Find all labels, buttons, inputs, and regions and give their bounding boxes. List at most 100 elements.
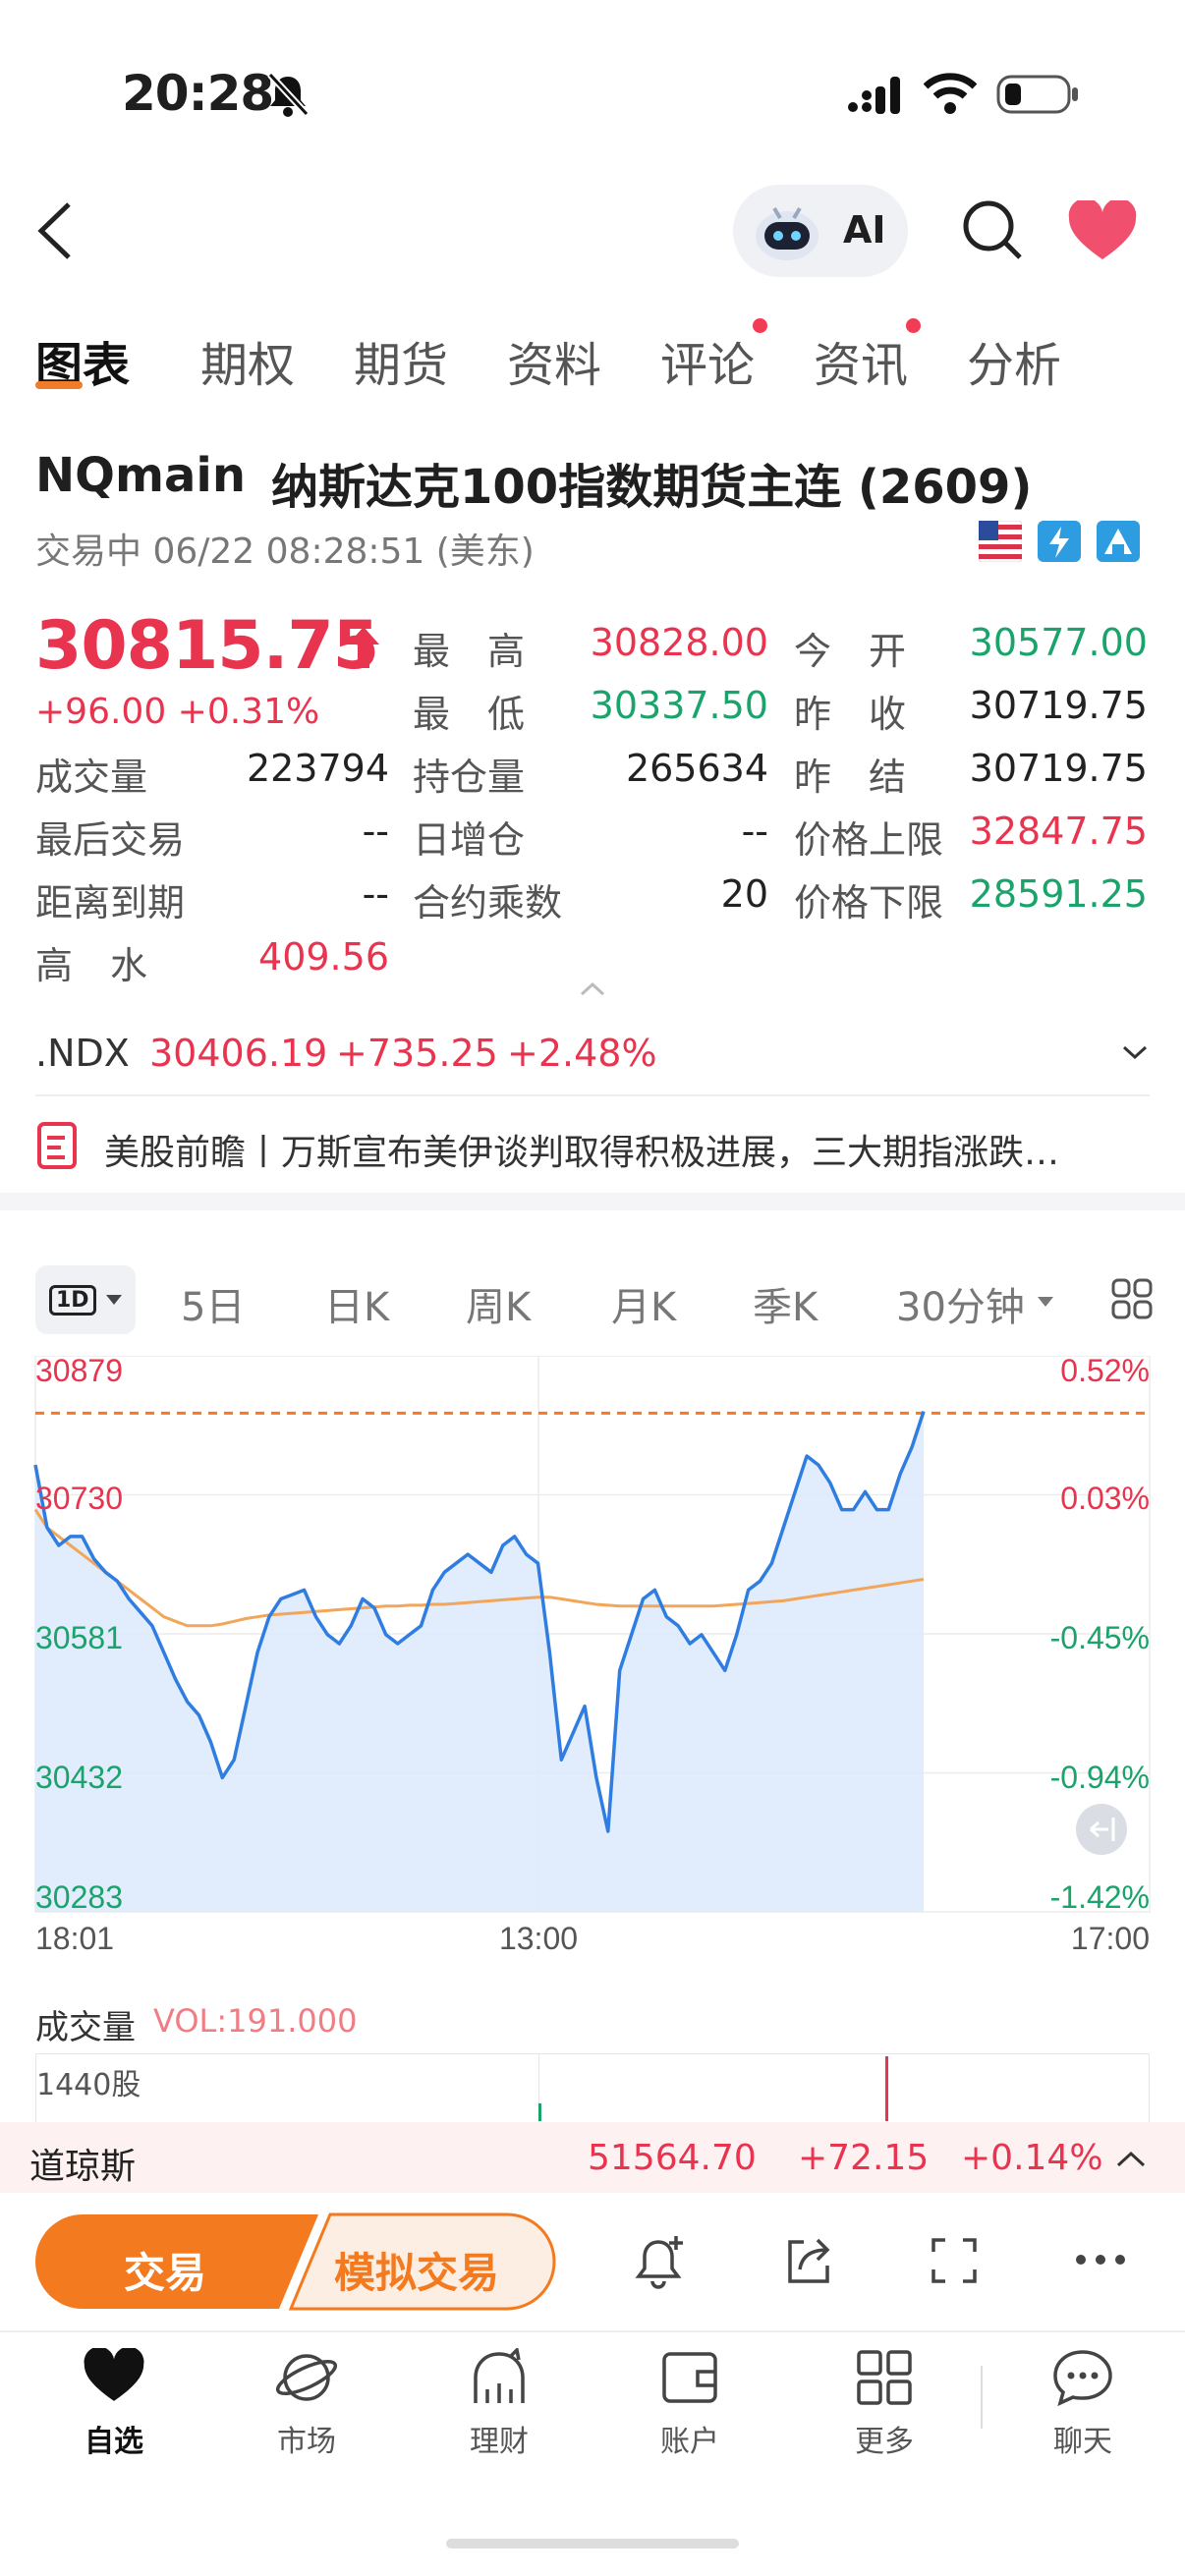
timeframe-5day[interactable]: 5日 bbox=[181, 1275, 245, 1332]
expand-chevron-icon[interactable] bbox=[1120, 1043, 1150, 1063]
collapse-chevron-icon[interactable] bbox=[578, 979, 607, 998]
daily-oi-value: -- bbox=[741, 810, 768, 853]
tab-analysis[interactable]: 分析 bbox=[967, 326, 1061, 395]
multiplier-value: 20 bbox=[720, 872, 768, 916]
tab-futures[interactable]: 期货 bbox=[354, 326, 448, 395]
y-tick-label: 30432 bbox=[35, 1760, 123, 1795]
instrument-symbol: NQmain bbox=[35, 448, 247, 503]
status-bar: 20:28 bbox=[0, 0, 1185, 147]
trading-status: 交易中 06/22 08:28:51 (美东) bbox=[35, 532, 535, 572]
tab-comments[interactable]: 评论 bbox=[660, 326, 755, 395]
pct-tick-label: 0.52% bbox=[1060, 1356, 1150, 1388]
premium-label: 高 水 bbox=[35, 944, 148, 987]
trade-button[interactable]: 交易 bbox=[124, 2240, 206, 2300]
nav-label-wealth: 理财 bbox=[470, 2425, 529, 2459]
grid-layout-icon[interactable] bbox=[1110, 1277, 1154, 1320]
timeframe-weekly[interactable]: 周K bbox=[466, 1275, 531, 1332]
volume-bar bbox=[885, 2056, 888, 2121]
nav-label-watchlist: 自选 bbox=[85, 2425, 143, 2459]
lower-limit-label: 价格下限 bbox=[794, 881, 944, 924]
x-tick-label: 18:01 bbox=[35, 1921, 114, 1956]
news-headline: 美股前瞻丨万斯宣布美伊谈判取得积极进展，三大期指涨跌… bbox=[104, 1133, 1060, 1173]
nav-item-account[interactable]: 账户 bbox=[621, 2348, 759, 2459]
share-icon[interactable] bbox=[782, 2234, 833, 2287]
y-tick-label: 30283 bbox=[35, 1879, 123, 1915]
volume-scale: 1440股 bbox=[36, 2068, 141, 2102]
multiplier-label: 合约乘数 bbox=[413, 881, 563, 924]
timeframe-1d-button[interactable]: 1D bbox=[35, 1265, 136, 1334]
tab-news[interactable]: 资讯 bbox=[814, 326, 908, 395]
y-tick-label: 30581 bbox=[35, 1620, 123, 1655]
timeframe-1d-label: 1D bbox=[49, 1285, 96, 1316]
ticker-change: +72.15 bbox=[798, 2138, 930, 2178]
upper-limit-value: 32847.75 bbox=[969, 810, 1148, 853]
news-row[interactable]: 美股前瞻丨万斯宣布美伊谈判取得积极进展，三大期指涨跌… bbox=[0, 1096, 1185, 1191]
volume-vol-text: VOL:191.000 bbox=[153, 2002, 358, 2040]
intraday-chart[interactable]: 30879 30730 30581 30432 30283 0.52% 0.03% -0.4… bbox=[0, 1356, 1185, 1965]
sim-trade-button[interactable]: 模拟交易 bbox=[334, 2240, 499, 2300]
index-row[interactable]: .NDX 30406.19 +735.25 +2.48% bbox=[0, 1018, 1185, 1092]
tab-options[interactable]: 期权 bbox=[200, 326, 295, 395]
nav-label-account: 账户 bbox=[660, 2425, 719, 2459]
lower-limit-value: 28591.25 bbox=[969, 872, 1148, 916]
nav-item-watchlist[interactable]: 自选 bbox=[45, 2348, 183, 2459]
volume-value: 223794 bbox=[246, 747, 389, 790]
nav-item-chat[interactable]: 聊天 bbox=[1014, 2348, 1152, 2459]
ai-assistant-button[interactable]: AI bbox=[733, 185, 908, 277]
timeframe-monthly[interactable]: 月K bbox=[611, 1275, 676, 1332]
nav-label-more: 更多 bbox=[855, 2425, 914, 2459]
price-change: +96.00 +0.31% bbox=[35, 692, 320, 732]
ticker-bar[interactable]: 道琼斯 51564.70 +72.15 +0.14% bbox=[0, 2122, 1185, 2193]
high-value: 30828.00 bbox=[590, 621, 768, 664]
nav-item-market[interactable]: 市场 bbox=[238, 2348, 375, 2459]
timeframe-daily[interactable]: 日K bbox=[324, 1275, 389, 1332]
favorite-heart-icon[interactable] bbox=[1067, 200, 1138, 263]
wifi-icon bbox=[924, 73, 977, 114]
planet-icon bbox=[275, 2354, 338, 2401]
bottom-nav: 自选 市场 理财 账户 更多 聊天 bbox=[0, 2332, 1185, 2460]
volume-chart: 1440股 bbox=[35, 2053, 1150, 2123]
index-symbol: .NDX bbox=[35, 1032, 130, 1075]
timeframe-quarterly[interactable]: 季K bbox=[753, 1275, 818, 1332]
price-alert-icon[interactable] bbox=[633, 2232, 688, 2291]
low-label: 最 低 bbox=[413, 693, 526, 736]
upper-limit-label: 价格上限 bbox=[794, 818, 944, 862]
home-indicator bbox=[446, 2539, 739, 2548]
index-price: 30406.19 bbox=[149, 1032, 328, 1075]
ai-label: AI bbox=[843, 208, 886, 252]
low-value: 30337.50 bbox=[590, 684, 768, 727]
ticker-expand-icon[interactable] bbox=[1114, 2148, 1148, 2169]
wallet-icon bbox=[662, 2352, 717, 2403]
nav-item-wealth[interactable]: 理财 bbox=[430, 2348, 568, 2459]
tab-active-indicator bbox=[35, 381, 83, 389]
fullscreen-icon[interactable] bbox=[930, 2236, 979, 2285]
more-options-icon[interactable] bbox=[1075, 2254, 1126, 2266]
grid-icon bbox=[857, 2350, 912, 2405]
y-tick-label: 30879 bbox=[35, 1356, 123, 1388]
up-arrow-icon bbox=[348, 627, 379, 668]
nav-item-more[interactable]: 更多 bbox=[816, 2348, 953, 2459]
signal-icon bbox=[848, 77, 900, 114]
exchange-icon bbox=[1097, 521, 1140, 562]
nav-label-chat: 聊天 bbox=[1053, 2425, 1112, 2459]
back-arrow-icon[interactable] bbox=[29, 196, 79, 265]
tab-profile[interactable]: 资料 bbox=[507, 326, 601, 395]
ticker-name: 道琼斯 bbox=[29, 2147, 137, 2187]
y-tick-label: 30730 bbox=[35, 1481, 123, 1516]
prev-settle-value: 30719.75 bbox=[969, 747, 1148, 790]
open-value: 30577.00 bbox=[969, 621, 1148, 664]
x-tick-label: 13:00 bbox=[499, 1921, 578, 1956]
mute-bell-icon bbox=[267, 72, 310, 117]
premium-value: 409.56 bbox=[258, 935, 389, 979]
nav-label-market: 市场 bbox=[277, 2425, 336, 2459]
pct-tick-label: -0.45% bbox=[1050, 1620, 1150, 1655]
to-expiry-value: -- bbox=[362, 872, 389, 916]
pct-tick-label: -1.42% bbox=[1050, 1879, 1150, 1915]
comments-unread-dot bbox=[753, 318, 767, 333]
pct-tick-label: -0.94% bbox=[1050, 1760, 1150, 1795]
search-icon[interactable] bbox=[961, 198, 1026, 263]
return-to-latest-icon[interactable] bbox=[1076, 1804, 1127, 1855]
section-gap bbox=[0, 1193, 1185, 1210]
timeframe-minutes[interactable]: 30分钟 bbox=[896, 1275, 1025, 1332]
battery-icon bbox=[996, 75, 1078, 114]
